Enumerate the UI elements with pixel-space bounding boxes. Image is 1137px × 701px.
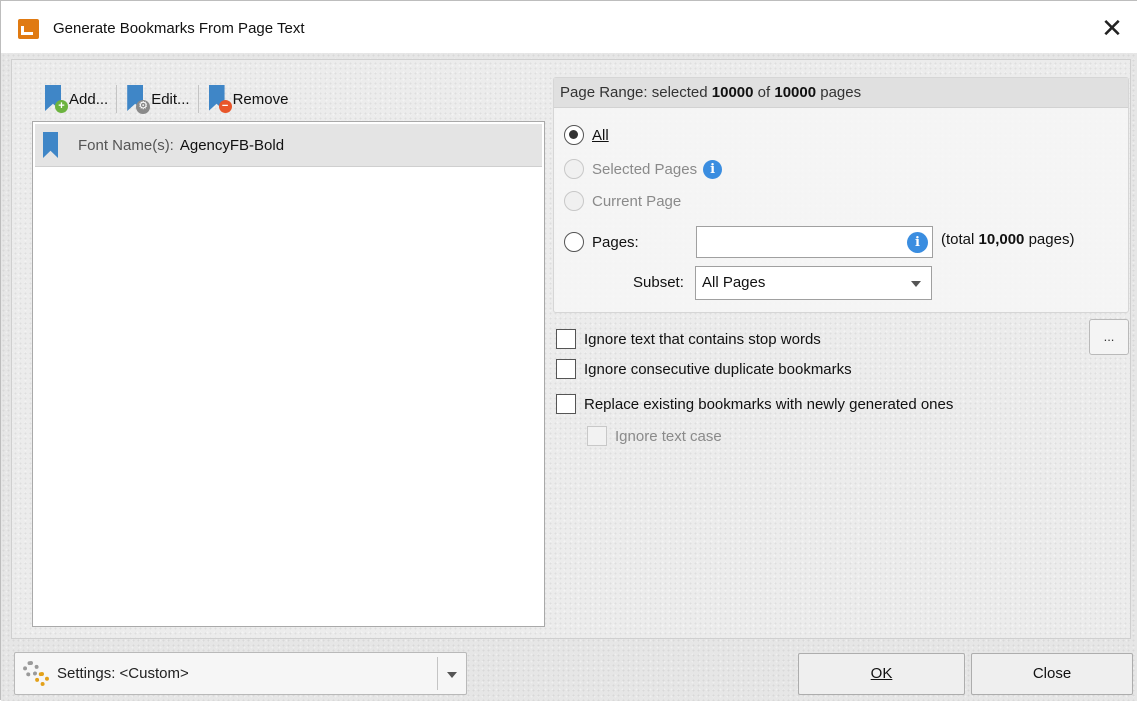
page-range-header: Page Range: selected 10000 of 10000 page… [554, 78, 1128, 108]
dialog-window: Generate Bookmarks From Page Text ✕ + Ad… [0, 0, 1137, 701]
radio-pages-label: Pages: [592, 233, 639, 251]
add-button[interactable]: + Add... [37, 80, 114, 118]
list-item-value: AgencyFB-Bold [179, 136, 285, 154]
page-range-mid: of [753, 84, 775, 101]
radio-selected-pages[interactable]: Selected Pages i [564, 157, 723, 181]
settings-dropdown[interactable]: Settings: <Custom> [14, 652, 467, 695]
subset-value: All Pages [702, 274, 766, 291]
edit-button[interactable]: ⚙ Edit... [119, 80, 195, 118]
edit-button-label: Edit... [151, 90, 190, 108]
gear-icon [23, 660, 51, 687]
remove-button[interactable]: − Remove [201, 80, 295, 118]
close-button-label: Close [1032, 665, 1072, 682]
dropdown-divider [437, 657, 438, 690]
close-window-button[interactable]: ✕ [1096, 13, 1128, 45]
total-value: 10,000 [978, 231, 1025, 248]
pages-field[interactable]: i [696, 226, 933, 258]
pages-input[interactable] [701, 227, 891, 255]
subset-dropdown[interactable]: All Pages [695, 266, 932, 300]
radio-all-indicator[interactable] [564, 125, 584, 145]
replace-existing-checkbox[interactable] [556, 394, 576, 414]
radio-all-label: All [592, 126, 609, 144]
app-logo-icon [18, 19, 39, 39]
total-pages-text: (total 10,000 pages) [941, 231, 1074, 248]
chevron-down-icon [911, 281, 921, 287]
ignore-stop-words-option[interactable]: Ignore text that contains stop words [556, 327, 821, 351]
ignore-case-checkbox[interactable] [587, 426, 607, 446]
ok-button[interactable]: OK [798, 653, 965, 695]
total-suffix: pages) [1024, 231, 1075, 248]
radio-current-page-label: Current Page [592, 192, 682, 210]
radio-current-page[interactable]: Current Page [564, 189, 681, 213]
remove-bookmark-icon: − [207, 85, 232, 113]
radio-all[interactable]: All [564, 123, 609, 147]
ignore-duplicates-option[interactable]: Ignore consecutive duplicate bookmarks [556, 357, 852, 381]
list-item[interactable]: Font Name(s): AgencyFB-Bold [35, 124, 542, 167]
list-item-label: Font Name(s): [78, 136, 174, 154]
radio-selected-pages-label: Selected Pages [592, 160, 698, 178]
ignore-case-label: Ignore text case [615, 427, 722, 445]
add-button-label: Add... [69, 90, 109, 108]
bookmark-icon [43, 132, 58, 158]
remove-button-label: Remove [232, 90, 289, 108]
dialog-title: Generate Bookmarks From Page Text [53, 20, 305, 37]
ignore-case-option[interactable]: Ignore text case [587, 424, 722, 448]
replace-existing-label: Replace existing bookmarks with newly ge… [584, 395, 954, 413]
ignore-stop-words-checkbox[interactable] [556, 329, 576, 349]
replace-existing-option[interactable]: Replace existing bookmarks with newly ge… [556, 392, 953, 416]
page-range-prefix: Page Range: selected [560, 84, 712, 101]
bookmark-toolbar: + Add... ⚙ Edit... − Remove [37, 79, 294, 119]
ignore-duplicates-label: Ignore consecutive duplicate bookmarks [584, 360, 852, 378]
subset-label: Subset: [633, 274, 684, 291]
info-icon[interactable]: i [703, 159, 723, 179]
settings-value: Settings: <Custom> [57, 665, 189, 682]
info-icon[interactable]: i [907, 232, 928, 253]
toolbar-separator [116, 85, 118, 113]
total-prefix: (total [941, 231, 979, 248]
selected-count: 10000 [711, 84, 754, 101]
chevron-down-icon[interactable] [447, 672, 457, 678]
close-button[interactable]: Close [971, 653, 1133, 695]
add-bookmark-icon: + [43, 85, 68, 113]
ok-button-label: OK [870, 665, 893, 682]
stop-words-settings-button[interactable]: ... [1089, 319, 1129, 355]
edit-bookmark-icon: ⚙ [125, 85, 151, 114]
toolbar-separator [197, 85, 199, 113]
title-bar: Generate Bookmarks From Page Text ✕ [1, 1, 1137, 53]
page-range-suffix: pages [816, 84, 862, 101]
bookmark-rule-list[interactable]: Font Name(s): AgencyFB-Bold [32, 121, 545, 627]
radio-pages-indicator[interactable] [564, 232, 584, 252]
radio-current-page-indicator[interactable] [564, 191, 584, 211]
ignore-duplicates-checkbox[interactable] [556, 359, 576, 379]
radio-pages[interactable]: Pages: [564, 230, 639, 254]
total-count: 10000 [774, 84, 817, 101]
radio-selected-pages-indicator[interactable] [564, 159, 584, 179]
ignore-stop-words-label: Ignore text that contains stop words [584, 330, 821, 348]
